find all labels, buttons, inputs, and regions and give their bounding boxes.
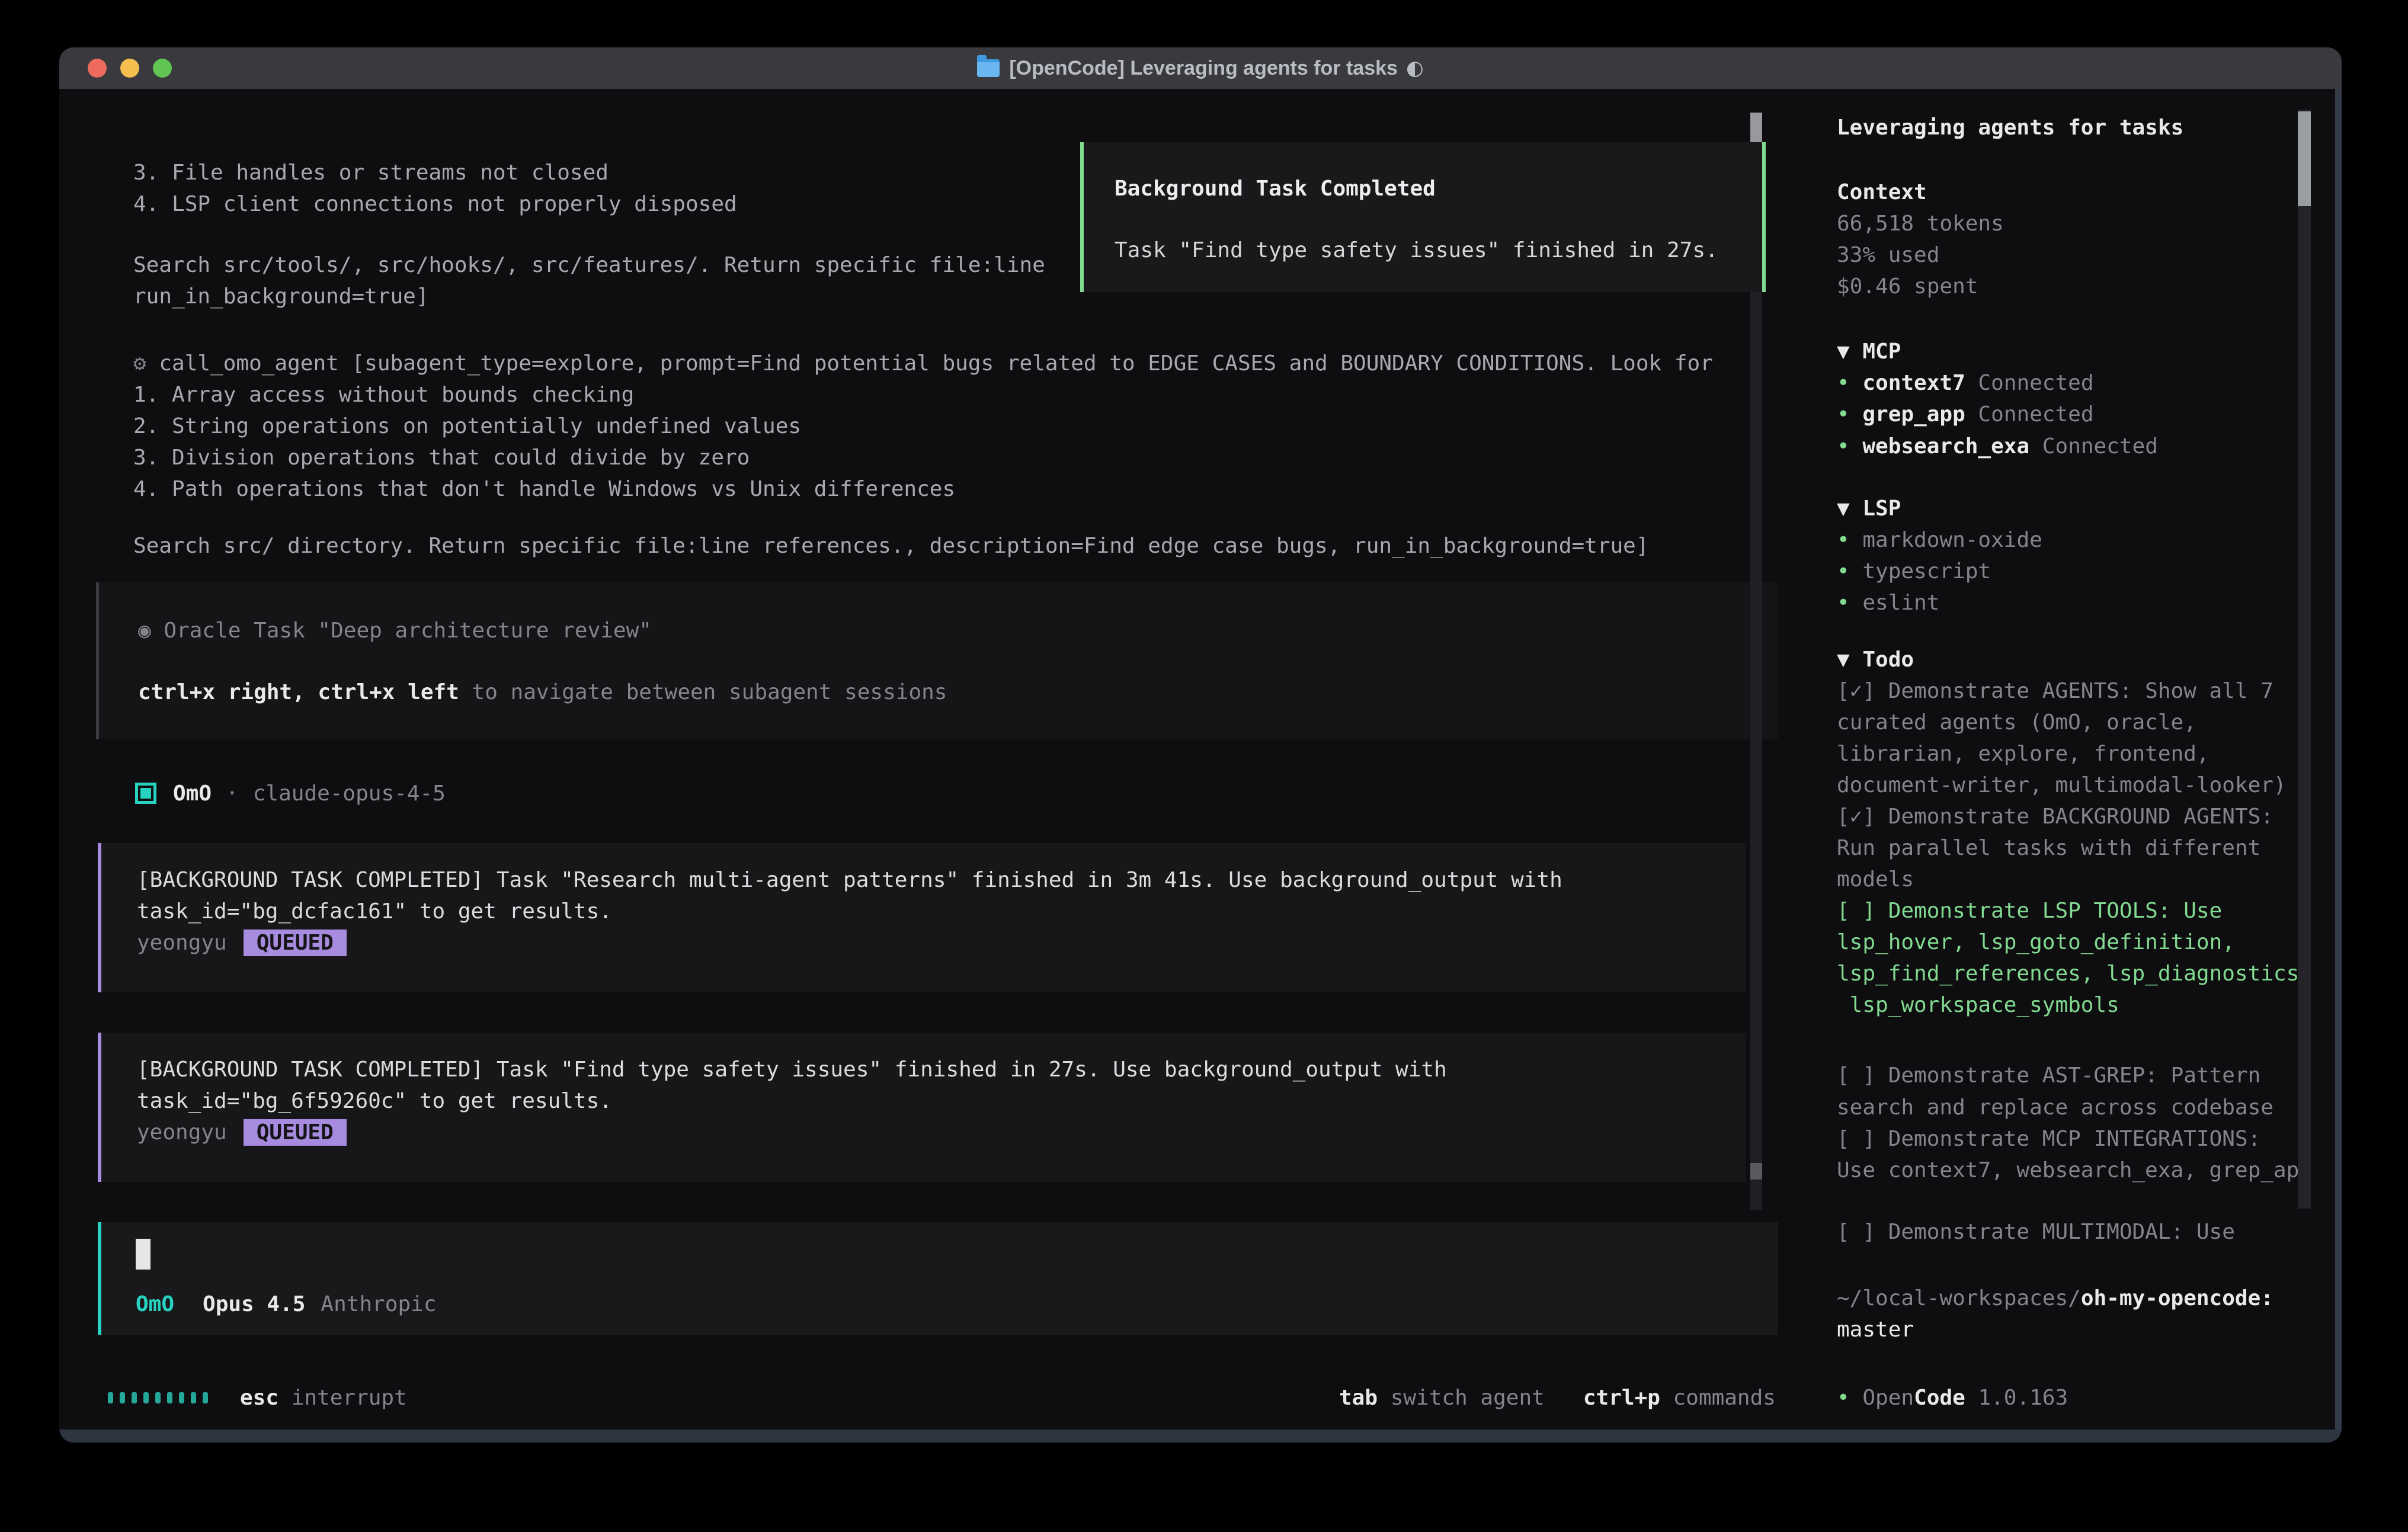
text-line: Search src/tools/, src/hooks/, src/featu… <box>133 252 1045 278</box>
text-line: document-writer, multimodal-looker) <box>1837 773 2287 799</box>
sidebar-scrollbar-thumb[interactable] <box>2298 111 2311 206</box>
oracle-task-panel: ◉ Oracle Task "Deep architecture review"… <box>96 582 1778 739</box>
text-line: curated agents (OmO, oracle, <box>1837 710 2196 736</box>
text-line: 3. Division operations that could divide… <box>133 445 750 471</box>
text-line: • typescript <box>1837 559 1991 585</box>
model-indicator: OmO Opus 4.5 Anthropic <box>136 1292 437 1316</box>
text-line: ctrl+x right, ctrl+x left to navigate be… <box>138 680 947 706</box>
text-line: • websearch_exa Connected <box>1837 434 2158 460</box>
text-line: • OpenCode 1.0.163 <box>1837 1385 2068 1411</box>
queued-badge: QUEUED <box>244 1119 347 1146</box>
text-line: [ ] Demonstrate MCP INTEGRATIONS: <box>1837 1126 2260 1152</box>
omo-agent-icon <box>135 783 156 804</box>
window-bottom-edge <box>59 1430 2342 1443</box>
activity-dot <box>155 1392 161 1403</box>
activity-dot <box>108 1392 113 1403</box>
text-line: ~/local-workspaces/oh-my-opencode: <box>1837 1286 2273 1312</box>
message-block-research: [BACKGROUND TASK COMPLETED] Task "Resear… <box>98 843 1746 992</box>
text-line: lsp_workspace_symbols <box>1837 992 2119 1018</box>
folder-icon <box>977 59 1000 77</box>
text-line: search and replace across codebase <box>1837 1095 2273 1121</box>
prompt-input[interactable]: OmO Opus 4.5 Anthropic <box>98 1222 1778 1335</box>
text-line: 1. Array access without bounds checking <box>133 382 634 408</box>
text-line: Run parallel tasks with different <box>1837 835 2260 861</box>
text-line: models <box>1837 867 1914 893</box>
text-line: tab switch agent ctrl+p commands <box>1339 1385 1776 1411</box>
activity-dot <box>132 1392 137 1403</box>
omo-agent-header: OmO · claude-opus-4-5 <box>135 779 446 807</box>
text-line: [ ] Demonstrate MULTIMODAL: Use <box>1837 1219 2235 1245</box>
text-line: 4. LSP client connections not properly d… <box>133 191 737 217</box>
text-line: esc interrupt <box>240 1385 407 1411</box>
agent-name: OmO <box>136 1292 174 1316</box>
toast-title: Background Task Completed <box>1115 177 1436 201</box>
message-block-typesafety: [BACKGROUND TASK COMPLETED] Task "Find t… <box>98 1033 1746 1182</box>
text-line: lsp_find_references, lsp_diagnostics, <box>1837 961 2312 987</box>
maximize-button[interactable] <box>153 59 172 78</box>
activity-dots <box>108 1392 214 1403</box>
activity-dot <box>120 1392 125 1403</box>
author-label: yeongyu <box>137 1120 227 1145</box>
text-line: Context <box>1837 180 1927 206</box>
activity-dot <box>167 1392 172 1403</box>
text-line: Search src/ directory. Return specific f… <box>133 533 1649 559</box>
toast-notification[interactable]: Background Task Completed Task "Find typ… <box>1080 142 1766 292</box>
queued-badge: QUEUED <box>244 930 347 956</box>
text-cursor <box>136 1239 150 1270</box>
message-text: task_id="bg_6f59260c" to get results. <box>137 1089 612 1113</box>
text-line: Leveraging agents for tasks <box>1837 115 2183 141</box>
activity-dot <box>191 1392 196 1403</box>
text-line: $0.46 spent <box>1837 274 1978 300</box>
text-line: 4. Path operations that don't handle Win… <box>133 476 955 502</box>
text-line: [✓] Demonstrate AGENTS: Show all 7 <box>1837 678 2273 704</box>
agent-name: OmO <box>173 781 212 806</box>
separator-dot: · <box>226 781 239 806</box>
screen: [OpenCode] Leveraging agents for tasks ◐… <box>0 0 2408 1532</box>
author-label: yeongyu <box>137 931 227 955</box>
window-title: [OpenCode] Leveraging agents for tasks <box>1009 57 1398 80</box>
text-line: 66,518 tokens <box>1837 211 2004 237</box>
text-line: ▼ LSP <box>1837 496 1901 522</box>
text-line: ◉ Oracle Task "Deep architecture review" <box>138 618 652 644</box>
text-line: [ ] Demonstrate LSP TOOLS: Use <box>1837 898 2222 924</box>
chat-scrollbar-thumb[interactable] <box>1750 113 1762 144</box>
text-line: ▼ Todo <box>1837 647 1914 673</box>
minimize-button[interactable] <box>120 59 139 78</box>
text-line: ▼ MCP <box>1837 339 1901 365</box>
text-line: 3. File handles or streams not closed <box>133 160 609 186</box>
text-line: • context7 Connected <box>1837 370 2094 396</box>
model-name: Opus 4.5 <box>203 1292 305 1316</box>
model-provider: Anthropic <box>321 1292 436 1316</box>
close-button[interactable] <box>88 59 107 78</box>
text-line: [✓] Demonstrate BACKGROUND AGENTS: <box>1837 804 2273 830</box>
text-line: ⚙ call_omo_agent [subagent_type=explore,… <box>133 351 1713 377</box>
text-line: 2. String operations on potentially unde… <box>133 414 801 440</box>
text-line: run_in_background=true] <box>133 284 429 310</box>
activity-dot <box>179 1392 184 1403</box>
message-text: task_id="bg_dcfac161" to get results. <box>137 899 612 924</box>
chat-scrollbar-marker[interactable] <box>1750 1163 1762 1180</box>
activity-dot <box>143 1392 149 1403</box>
text-line: Use context7, websearch_exa, grep_app <box>1837 1158 2312 1184</box>
text-line: librarian, explore, frontend, <box>1837 741 2210 767</box>
text-line: [ ] Demonstrate AST-GREP: Pattern <box>1837 1063 2260 1089</box>
text-line: • eslint <box>1837 590 1939 616</box>
text-line: • markdown-oxide <box>1837 527 2042 553</box>
window-right-edge <box>2335 89 2342 1443</box>
agent-model: claude-opus-4-5 <box>253 781 446 806</box>
activity-dot <box>203 1392 208 1403</box>
message-text: [BACKGROUND TASK COMPLETED] Task "Find t… <box>137 1057 1447 1082</box>
sidebar-scrollbar-track[interactable] <box>2298 110 2311 1209</box>
text-line: lsp_hover, lsp_goto_definition, <box>1837 930 2235 956</box>
text-line: • grep_app Connected <box>1837 402 2094 428</box>
terminal-window: [OpenCode] Leveraging agents for tasks ◐… <box>59 47 2342 1443</box>
text-line: 33% used <box>1837 242 1939 268</box>
session-state-icon: ◐ <box>1406 56 1424 80</box>
message-text: [BACKGROUND TASK COMPLETED] Task "Resear… <box>137 868 1562 892</box>
titlebar[interactable]: [OpenCode] Leveraging agents for tasks ◐ <box>59 47 2342 89</box>
toast-body: Task "Find type safety issues" finished … <box>1115 238 1718 262</box>
text-line: master <box>1837 1317 1914 1343</box>
